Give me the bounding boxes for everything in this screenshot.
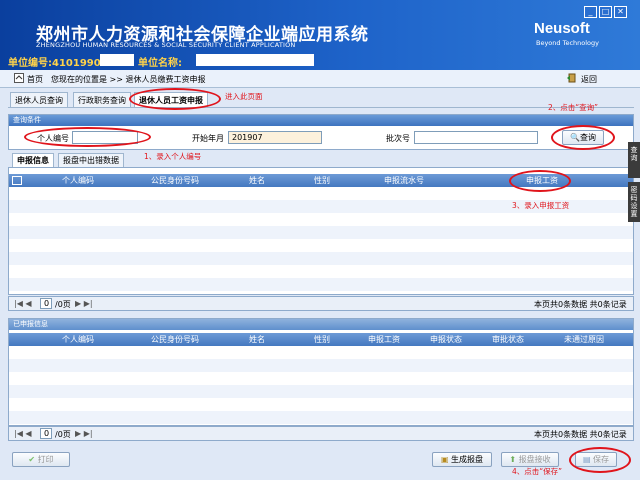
annotation-oval-save <box>569 447 631 473</box>
annotation-step2: 2、点击“查询” <box>548 103 599 112</box>
subtab-declare-info[interactable]: 申报信息 <box>12 153 54 167</box>
pager-page-input[interactable]: 0 <box>40 298 52 309</box>
unit-name-redacted <box>196 54 314 66</box>
brand-slogan: Beyond Technology <box>536 39 600 47</box>
home-icon[interactable] <box>14 73 24 83</box>
unit-code-redacted <box>100 54 134 66</box>
annotation-oval-search <box>551 125 615 150</box>
annotation-enter-page: 进入此页面 <box>225 92 263 101</box>
annotation-step1: 1、录入个人编号 <box>144 152 202 161</box>
col2-person-code[interactable]: 个人编码 <box>29 333 127 346</box>
query-panel-title: 查询条件 <box>9 115 633 126</box>
declare-summary: 本页共0条数据 共0条记录 <box>534 300 627 309</box>
subtab-error-data[interactable]: 报盘中出错数据 <box>58 153 124 167</box>
maximize-button[interactable]: □ <box>599 6 612 18</box>
col-gender[interactable]: 性别 <box>291 174 353 187</box>
side-tab-query[interactable]: 查询 <box>628 142 640 178</box>
pager2-total: /0页 <box>55 430 71 439</box>
col-person-code[interactable]: 个人编码 <box>29 174 127 187</box>
pager2-page-input[interactable]: 0 <box>40 428 52 439</box>
declared-table-body <box>9 346 633 424</box>
receive-disk-button[interactable]: ⬆ 报盘接收 <box>501 452 559 467</box>
pager2-nav-icons[interactable]: |◀ ◀ <box>14 429 32 438</box>
minimize-button[interactable]: _ <box>584 6 597 18</box>
pager-nav-icons[interactable]: |◀ ◀ <box>14 299 32 308</box>
col2-declared-wage[interactable]: 申报工资 <box>353 333 415 346</box>
batch-no-input[interactable] <box>414 131 538 144</box>
annotation-oval-tab <box>129 88 221 110</box>
col-id-number[interactable]: 公民身份号码 <box>127 174 223 187</box>
pager-next-icons[interactable]: ▶ ▶| <box>75 299 93 308</box>
breadcrumb: 您现在的位置是 >> 退休人员缴费工资申报 <box>51 75 206 84</box>
back-icon[interactable] <box>566 73 576 83</box>
generate-disk-button[interactable]: ▣ 生成报盘 <box>432 452 492 467</box>
col2-id-number[interactable]: 公民身份号码 <box>127 333 223 346</box>
annotation-oval-wage <box>509 170 571 192</box>
annotation-step3: 3、录入申报工资 <box>512 201 570 210</box>
pager-total: /0页 <box>55 300 71 309</box>
col-name[interactable]: 姓名 <box>223 174 291 187</box>
app-subtitle: ZHENGZHOU HUMAN RESOURCES & SOCIAL SECUR… <box>36 41 296 49</box>
pager2-next-icons[interactable]: ▶ ▶| <box>75 429 93 438</box>
print-button-label: 打印 <box>37 455 54 464</box>
declared-panel-title: 已申报信息 <box>9 319 633 330</box>
annotation-oval-person-no <box>24 127 151 147</box>
declared-table-header: 个人编码 公民身份号码 姓名 性别 申报工资 申报状态 审批状态 未通过原因 <box>9 333 633 346</box>
disk-icon: ▣ <box>440 455 449 464</box>
col2-approval-status[interactable]: 审批状态 <box>477 333 539 346</box>
home-link[interactable]: 首页 <box>27 74 43 85</box>
print-button[interactable]: ✔ 打印 <box>12 452 70 467</box>
unit-name-label: 单位名称: <box>138 58 182 69</box>
unit-code-label: 单位编号:4101990 <box>8 58 101 69</box>
col2-name[interactable]: 姓名 <box>223 333 291 346</box>
back-link[interactable]: 返回 <box>581 74 597 85</box>
tab-retiree-query[interactable]: 退休人员查询 <box>10 92 68 108</box>
select-all-checkbox[interactable] <box>12 176 22 185</box>
tab-divider <box>8 107 634 108</box>
check-icon: ✔ <box>28 455 36 464</box>
upload-icon: ⬆ <box>509 455 517 464</box>
tab-position-query[interactable]: 行政职务查询 <box>73 92 131 108</box>
col2-gender[interactable]: 性别 <box>291 333 353 346</box>
start-month-label: 开始年月 <box>192 134 224 143</box>
close-button[interactable]: ✕ <box>614 6 627 18</box>
col-serial-no[interactable]: 申报流水号 <box>353 174 455 187</box>
receive-disk-label: 报盘接收 <box>518 455 551 464</box>
start-month-input[interactable]: 201907 <box>228 131 322 144</box>
generate-disk-label: 生成报盘 <box>451 455 484 464</box>
col2-reject-reason[interactable]: 未通过原因 <box>539 333 629 346</box>
col2-declare-status[interactable]: 申报状态 <box>415 333 477 346</box>
batch-no-label: 批次号 <box>386 134 410 143</box>
side-tab-password[interactable]: 密码设置 <box>628 182 640 222</box>
brand-logo: Neusoft <box>534 20 590 37</box>
declared-summary: 本页共0条数据 共0条记录 <box>534 430 627 439</box>
annotation-step4: 4、点击“保存” <box>512 467 563 476</box>
